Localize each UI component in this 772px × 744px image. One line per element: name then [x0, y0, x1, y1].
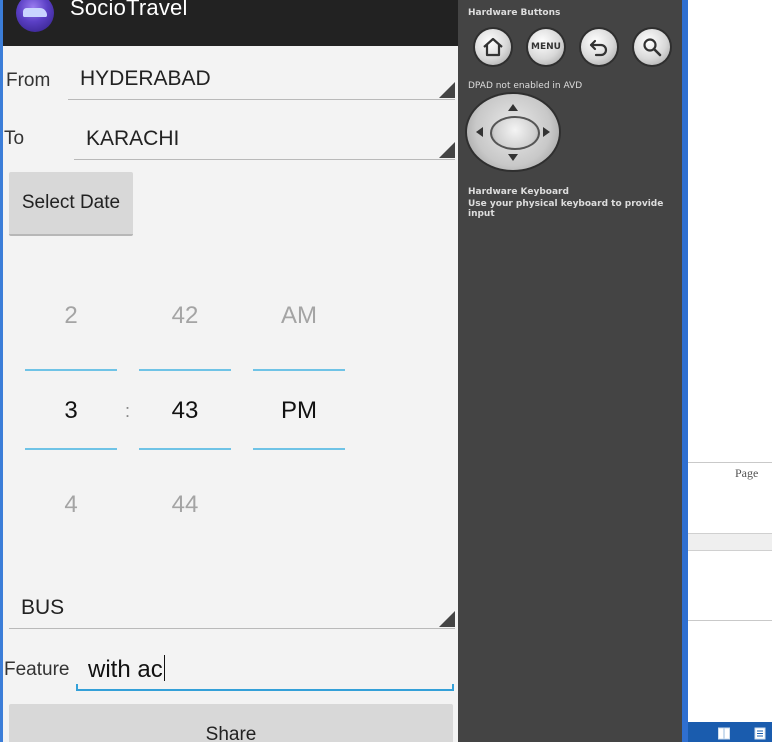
menu-button-label: MENU: [531, 42, 561, 52]
emulator-controls-panel: Hardware Buttons MENU DPAD not enabled i…: [458, 0, 682, 742]
feature-input-value: with ac: [88, 656, 163, 683]
hour-next[interactable]: 4: [25, 491, 117, 519]
select-date-button[interactable]: Select Date: [9, 172, 133, 236]
to-spinner[interactable]: KARACHI: [74, 123, 455, 160]
dpad-up-icon: [508, 104, 518, 111]
hardware-keyboard-note: Use your physical keyboard to provide in…: [468, 199, 664, 219]
feature-label: Feature: [4, 659, 70, 680]
feature-input-text: with ac: [88, 655, 165, 684]
doc-band: [688, 533, 772, 551]
android-app-screen: SocioTravel From HYDERABAD To KARACHI Se…: [0, 0, 458, 742]
home-button[interactable]: [475, 29, 511, 65]
from-spinner[interactable]: HYDERABAD: [68, 63, 455, 100]
page-view-icon[interactable]: [754, 725, 766, 740]
ampm-current[interactable]: PM: [253, 397, 345, 425]
dropdown-corner-icon: [439, 82, 455, 98]
input-left-tick: [76, 684, 78, 691]
dpad-right-icon: [543, 127, 550, 137]
dropdown-corner-icon: [439, 142, 455, 158]
dropdown-corner-icon: [439, 611, 455, 627]
ampm-divider-bottom: [253, 448, 345, 450]
minute-divider-top: [139, 369, 231, 371]
hour-divider-top: [25, 369, 117, 371]
menu-button[interactable]: MENU: [528, 29, 564, 65]
doc-divider-line: [688, 462, 772, 463]
app-title: SocioTravel: [70, 0, 188, 20]
hour-divider-bottom: [25, 448, 117, 450]
back-button[interactable]: [581, 29, 617, 65]
minute-current[interactable]: 43: [139, 397, 231, 425]
action-bar: SocioTravel: [0, 0, 458, 46]
hardware-buttons-title: Hardware Buttons: [468, 8, 561, 18]
share-button[interactable]: Share: [9, 704, 453, 742]
home-icon: [475, 29, 511, 65]
page-label: Page: [735, 466, 759, 480]
transport-spinner-value: BUS: [21, 596, 65, 619]
dpad-control: [467, 94, 559, 170]
ampm-divider-top: [253, 369, 345, 371]
hour-prev[interactable]: 2: [25, 302, 117, 330]
dpad-center-button: [490, 116, 540, 150]
search-button[interactable]: [634, 29, 670, 65]
search-icon: [634, 29, 670, 65]
text-caret: [163, 655, 165, 681]
transport-spinner[interactable]: BUS: [9, 592, 455, 629]
dpad-left-icon: [476, 127, 483, 137]
minute-divider-bottom: [139, 448, 231, 450]
back-icon: [581, 29, 617, 65]
from-label: From: [6, 70, 51, 91]
dpad-down-icon: [508, 154, 518, 161]
document-window: Page: [688, 0, 772, 742]
status-bar: [688, 722, 772, 742]
from-spinner-value: HYDERABAD: [80, 67, 211, 90]
input-right-tick: [452, 684, 454, 691]
doc-divider-line: [688, 620, 772, 621]
minute-next[interactable]: 44: [139, 491, 231, 519]
minute-prev[interactable]: 42: [139, 302, 231, 330]
app-logo-icon: [16, 0, 54, 32]
hardware-keyboard-title: Hardware Keyboard: [468, 187, 569, 197]
book-view-icon[interactable]: [718, 725, 730, 740]
ampm-prev[interactable]: AM: [253, 302, 345, 330]
dpad-note: DPAD not enabled in AVD: [468, 81, 583, 91]
time-separator: :: [125, 401, 131, 421]
window-left-border: [0, 0, 3, 742]
feature-input[interactable]: with ac: [76, 655, 454, 691]
hour-current[interactable]: 3: [25, 397, 117, 425]
to-spinner-value: KARACHI: [86, 127, 180, 150]
to-label: To: [4, 128, 25, 149]
